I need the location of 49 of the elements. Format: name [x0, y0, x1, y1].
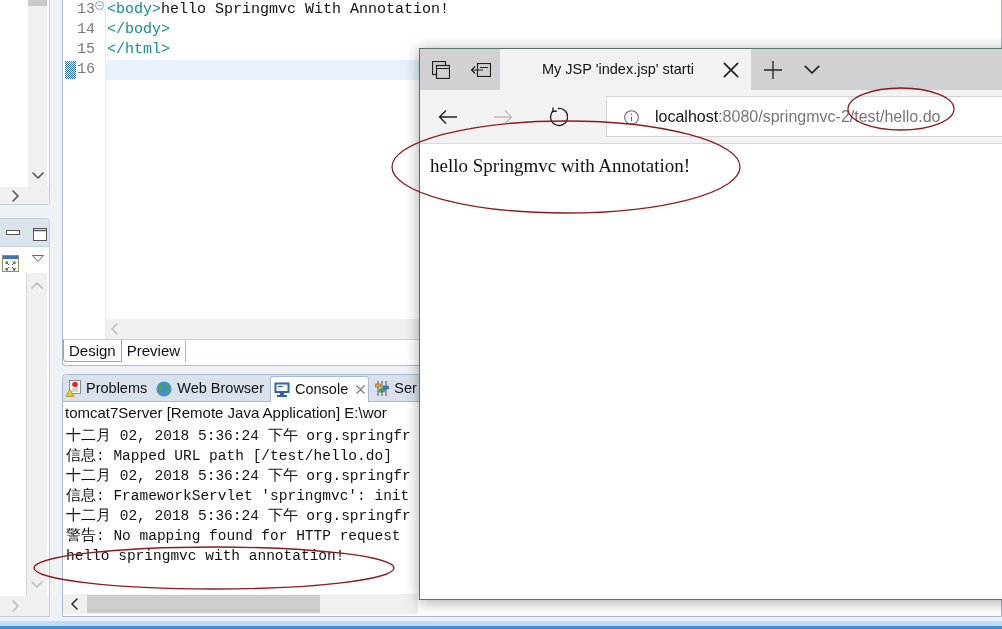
- code-line: <body>hello Springmvc With Annotation!: [106, 0, 450, 20]
- monitor-icon: [274, 382, 290, 397]
- warning-document-icon: [66, 380, 81, 397]
- close-icon[interactable]: [723, 61, 739, 78]
- horizontal-scrollbar[interactable]: [63, 594, 418, 614]
- chevron-right-icon[interactable]: [12, 189, 19, 202]
- info-icon[interactable]: [624, 110, 639, 125]
- plus-icon[interactable]: [764, 60, 782, 79]
- browser-tab[interactable]: My JSP 'index.jsp' starti: [500, 49, 751, 90]
- chevron-down-icon[interactable]: [804, 64, 820, 75]
- console-line: 十二月 02, 2018 5:36:24 下午 org.springfr: [66, 506, 411, 526]
- sliders-icon: [375, 381, 390, 396]
- maximize-icon[interactable]: [33, 228, 47, 241]
- console-line: 十二月 02, 2018 5:36:24 下午 org.springfr: [66, 466, 411, 486]
- console-line: 信息: Mapped URL path [/test/hello.do]: [66, 447, 392, 466]
- console-line: 十二月 02, 2018 5:36:24 下午 org.springfr: [66, 426, 411, 446]
- code-line: </html>: [106, 40, 170, 60]
- panel-tab[interactable]: Ser: [372, 376, 420, 401]
- chevron-down-icon[interactable]: [31, 172, 44, 179]
- line-number: 16: [77, 60, 95, 80]
- scrollbar-thumb[interactable]: [87, 595, 320, 613]
- console-title: tomcat7Server [Remote Java Application] E:\wor: [64, 403, 387, 423]
- overlapping-squares-icon[interactable]: [432, 60, 450, 79]
- editor-tab[interactable]: Design: [63, 340, 122, 362]
- circular-arrow-icon[interactable]: [548, 106, 568, 127]
- console-line: 信息: FrameworkServlet 'springmvc': init: [66, 487, 410, 506]
- console-line: hello springmvc with annotation!: [66, 547, 345, 566]
- horizontal-scrollbar[interactable]: [106, 319, 419, 339]
- minimize-icon[interactable]: [6, 230, 20, 235]
- expand-arrows-icon[interactable]: [2, 254, 19, 272]
- line-number: 15: [77, 40, 95, 60]
- line-number: 14: [77, 20, 95, 40]
- page-text: hello Springmvc with Annotation!: [430, 154, 692, 178]
- vertical-scrollbar[interactable]: [28, 0, 47, 187]
- panel-tab[interactable]: Console: [270, 376, 370, 402]
- panel-tab[interactable]: Web Browser: [153, 376, 267, 401]
- horizontal-scrollbar[interactable]: [0, 187, 49, 204]
- panel-tab[interactable]: Problems: [63, 376, 151, 401]
- console-line: 警告: No mapping found for HTTP request: [66, 526, 401, 546]
- left-arrow-icon[interactable]: [438, 108, 458, 125]
- arrow-into-box-icon[interactable]: [471, 62, 491, 77]
- globe-icon: [156, 380, 173, 397]
- chevron-left-icon[interactable]: [71, 598, 78, 610]
- minus-circle-icon[interactable]: [95, 1, 104, 10]
- scrollbar-thumb[interactable]: [28, 0, 47, 6]
- code-line: </body>: [106, 20, 170, 40]
- line-number: 13: [77, 0, 95, 20]
- triangle-down-icon[interactable]: [32, 254, 44, 262]
- horizontal-scrollbar[interactable]: [0, 596, 49, 616]
